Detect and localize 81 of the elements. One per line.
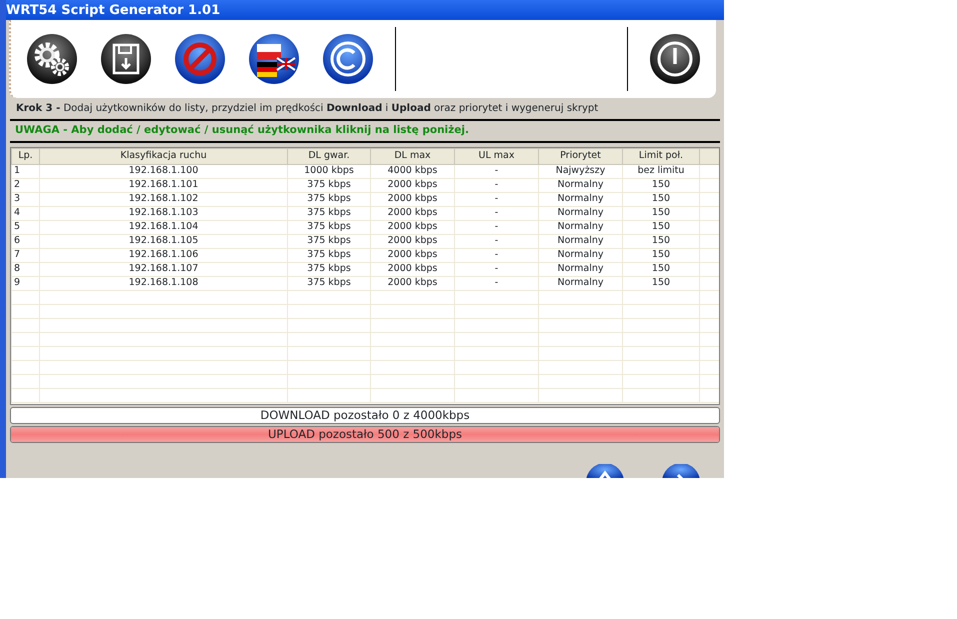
column-header[interactable]: DL gwar. xyxy=(288,148,370,164)
table-cell: 375 kbps xyxy=(288,262,370,276)
table-cell: 150 xyxy=(622,234,700,248)
quota-label: UPLOAD pozostało 500 z 500kbps xyxy=(267,426,463,442)
column-header[interactable]: Klasyfikacja ruchu xyxy=(40,148,288,164)
table-cell: 2000 kbps xyxy=(370,248,454,262)
table-cell: - xyxy=(454,164,538,178)
table-cell: - xyxy=(454,192,538,206)
table-cell: Normalny xyxy=(538,262,622,276)
table-cell: 9 xyxy=(12,276,40,290)
quota-label: DOWNLOAD pozostało 0 z 4000kbps xyxy=(259,408,471,423)
language-flags-icon[interactable] xyxy=(247,32,301,86)
table-cell: 2000 kbps xyxy=(370,220,454,234)
step-instruction: Krok 3 - Dodaj użytkowników do listy, przydziel im prędkości Download i Upload oraz priorytet i wygeneruj skrypt xyxy=(10,98,720,121)
table-cell: 192.168.1.108 xyxy=(40,276,288,290)
table-cell: - xyxy=(454,248,538,262)
table-cell: 150 xyxy=(622,206,700,220)
table-cell: 3 xyxy=(12,192,40,206)
table-cell: 192.168.1.103 xyxy=(40,206,288,220)
table-cell: 192.168.1.105 xyxy=(40,234,288,248)
table-cell: - xyxy=(454,220,538,234)
column-header[interactable]: Lp. xyxy=(12,148,40,164)
column-header[interactable]: DL max xyxy=(370,148,454,164)
table-cell: - xyxy=(454,262,538,276)
table-cell: 8 xyxy=(12,262,40,276)
table-cell: 375 kbps xyxy=(288,192,370,206)
table-cell: 2 xyxy=(12,178,40,192)
table-cell: 192.168.1.106 xyxy=(40,248,288,262)
table-cell: - xyxy=(454,178,538,192)
power-icon[interactable] xyxy=(648,32,702,86)
table-cell: 150 xyxy=(622,178,700,192)
table-cell: 192.168.1.102 xyxy=(40,192,288,206)
table-cell: 1000 kbps xyxy=(288,164,370,178)
table-cell: Normalny xyxy=(538,178,622,192)
table-cell: 375 kbps xyxy=(288,248,370,262)
column-header[interactable]: Priorytet xyxy=(538,148,622,164)
table-cell: 5 xyxy=(12,220,40,234)
table-cell: 2000 kbps xyxy=(370,192,454,206)
table-cell: bez limitu xyxy=(622,164,700,178)
column-header[interactable]: UL max xyxy=(454,148,538,164)
table-cell: 192.168.1.107 xyxy=(40,262,288,276)
table-cell: - xyxy=(454,234,538,248)
table-cell: Normalny xyxy=(538,248,622,262)
floppy-disk-icon[interactable] xyxy=(99,32,153,86)
table-cell: Normalny xyxy=(538,234,622,248)
table-cell: - xyxy=(454,276,538,290)
table-cell: 150 xyxy=(622,192,700,206)
table-cell: 192.168.1.100 xyxy=(40,164,288,178)
copyright-icon[interactable] xyxy=(321,32,375,86)
window-title: WRT54 Script Generator 1.01 xyxy=(6,0,724,20)
table-cell: 4000 kbps xyxy=(370,164,454,178)
table-cell: 1 xyxy=(12,164,40,178)
table-cell: 192.168.1.101 xyxy=(40,178,288,192)
settings-icon[interactable] xyxy=(25,32,79,86)
table-cell: Normalny xyxy=(538,276,622,290)
table-cell: 6 xyxy=(12,234,40,248)
table-cell: 4 xyxy=(12,206,40,220)
table-cell: 150 xyxy=(622,276,700,290)
table-cell: Najwyższy xyxy=(538,164,622,178)
prohibited-icon[interactable] xyxy=(173,32,227,86)
column-header[interactable]: Limit poł. xyxy=(622,148,700,164)
table-cell: 150 xyxy=(622,220,700,234)
table-cell: 2000 kbps xyxy=(370,178,454,192)
table-cell: 192.168.1.104 xyxy=(40,220,288,234)
table-cell: 7 xyxy=(12,248,40,262)
table-cell: Normalny xyxy=(538,220,622,234)
table-cell: - xyxy=(454,206,538,220)
table-cell: 375 kbps xyxy=(288,206,370,220)
table-cell: 375 kbps xyxy=(288,276,370,290)
table-cell: 150 xyxy=(622,262,700,276)
table-cell: Normalny xyxy=(538,206,622,220)
table-cell: 375 kbps xyxy=(288,178,370,192)
table-cell: 2000 kbps xyxy=(370,234,454,248)
warning-text: UWAGA - Aby dodać / edytować / usunąć użytkownika kliknij na listę poniżej. xyxy=(10,121,720,143)
table-cell: 150 xyxy=(622,248,700,262)
table-cell: 2000 kbps xyxy=(370,276,454,290)
table-cell: Normalny xyxy=(538,192,622,206)
table-cell: 375 kbps xyxy=(288,220,370,234)
table-cell: 2000 kbps xyxy=(370,262,454,276)
table-cell: 375 kbps xyxy=(288,234,370,248)
table-cell: 2000 kbps xyxy=(370,206,454,220)
